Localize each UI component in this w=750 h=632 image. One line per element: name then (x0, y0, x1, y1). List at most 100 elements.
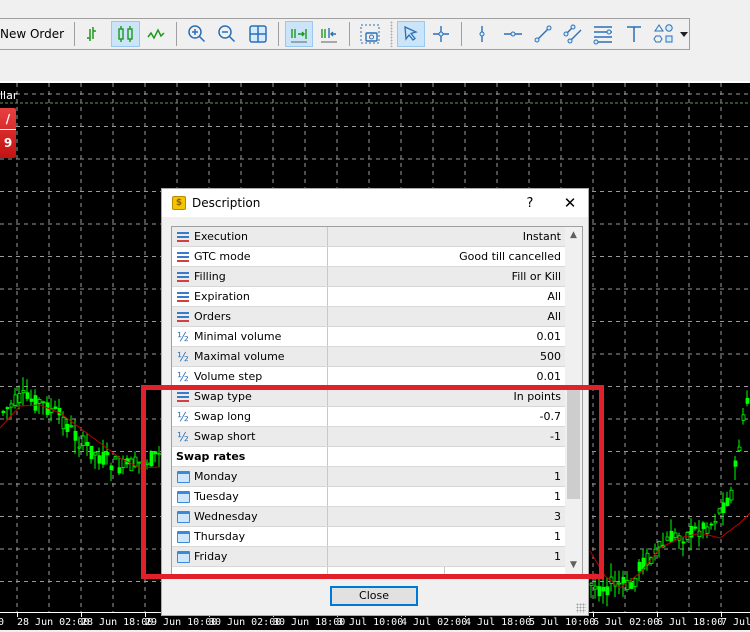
section-header-row[interactable]: Swap rates (172, 447, 565, 467)
spec-name-text: Swap long (194, 410, 251, 423)
enum-icon (176, 230, 190, 244)
time-axis-label: 29 Jun 10:00 (145, 617, 218, 628)
time-axis-label: 4 Jul 02:00 (401, 617, 468, 628)
dialog-title: Description (192, 196, 261, 210)
trendline-button[interactable] (529, 21, 557, 47)
enum-icon (176, 390, 190, 404)
cursor-button[interactable] (396, 21, 425, 47)
numeric-icon: ½ (177, 429, 189, 444)
candle-body (593, 585, 598, 590)
spec-row[interactable]: ½ Volume step 0.01 (172, 367, 565, 387)
screenshot-button[interactable] (356, 21, 384, 47)
one-click-sell-button[interactable]: / 9 (0, 108, 16, 158)
time-axis-label: 4 Jul 18:00 (465, 617, 532, 628)
help-button[interactable]: ? (518, 196, 542, 211)
spec-row[interactable]: Tuesday 1 (172, 487, 565, 507)
specification-rows: Execution Instant GTC mode Good till cancel… (172, 227, 565, 574)
spec-row[interactable]: ½ Minimal volume 0.01 (172, 327, 565, 347)
spec-row[interactable]: Wednesday 3 (172, 507, 565, 527)
candle-body (149, 450, 154, 467)
chart-shift-icon (321, 28, 338, 43)
candle-body (597, 586, 602, 597)
time-axis-label: 7 Jul 10:00 (721, 617, 750, 628)
candle-body (105, 452, 110, 456)
close-icon[interactable]: ✕ (558, 194, 582, 212)
spec-row[interactable]: ½ Maximal volume 500 (172, 347, 565, 367)
horizontal-line-icon (503, 31, 522, 37)
fibonacci-button[interactable] (589, 21, 617, 47)
candle-body (13, 394, 18, 406)
equidistant-channel-button[interactable] (559, 21, 587, 47)
auto-scroll-button[interactable] (284, 21, 314, 47)
spec-row[interactable]: Orders All (172, 307, 565, 327)
dialog-titlebar[interactable]: $ Description ? ✕ (162, 189, 588, 217)
candle-body (693, 526, 698, 529)
candle-body (673, 532, 678, 539)
vertical-scrollbar[interactable]: ▲ ▼ (565, 227, 582, 574)
candle-body (101, 451, 106, 465)
spec-row-empty (172, 567, 565, 574)
candle-body (633, 577, 638, 587)
spec-row[interactable]: Monday 1 (172, 467, 565, 487)
spec-name: Execution (172, 227, 328, 246)
text-button[interactable] (620, 21, 648, 47)
crosshair-button[interactable] (427, 21, 455, 47)
candle-body (665, 536, 670, 541)
candle-body (85, 441, 90, 446)
spec-name-text: Maximal volume (194, 350, 285, 363)
resize-grip[interactable] (576, 603, 586, 613)
toolbar-separator (277, 22, 279, 46)
shapes-button[interactable] (650, 21, 678, 47)
spec-row[interactable]: Thursday 1 (172, 527, 565, 547)
time-axis-tick (145, 613, 146, 617)
spec-name: Friday (172, 547, 328, 566)
zoom-in-button[interactable] (183, 21, 211, 47)
line-chart-icon (147, 28, 165, 40)
spec-name: Expiration (172, 287, 328, 306)
shapes-dropdown[interactable] (679, 21, 689, 47)
close-button[interactable]: Close (330, 586, 418, 606)
calendar-icon (176, 530, 190, 544)
spec-name-text: Expiration (194, 290, 250, 303)
tile-windows-button[interactable] (244, 21, 272, 47)
calendar-icon (176, 490, 190, 504)
horizontal-line-button[interactable] (498, 21, 526, 47)
scroll-up-button[interactable]: ▲ (565, 227, 582, 244)
spec-value: -0.7 (539, 410, 561, 423)
spec-row[interactable]: GTC mode Good till cancelled (172, 247, 565, 267)
candlestick-chart-button[interactable] (111, 21, 140, 47)
candle-body (53, 406, 58, 409)
chart-shift-button[interactable] (315, 21, 343, 47)
zoom-out-button[interactable] (213, 21, 241, 47)
bar-chart-button[interactable] (81, 21, 109, 47)
spec-row[interactable]: Expiration All (172, 287, 565, 307)
spec-row[interactable]: Swap type In points (172, 387, 565, 407)
time-axis-tick (593, 613, 594, 617)
vertical-line-button[interactable] (468, 21, 496, 47)
spec-row[interactable]: ½ Swap short -1 (172, 427, 565, 447)
candle-body (21, 390, 26, 394)
scroll-down-button[interactable]: ▼ (565, 557, 582, 574)
enum-icon (176, 290, 190, 304)
spec-value: All (547, 290, 561, 303)
toolbar-grip[interactable] (389, 21, 393, 47)
spec-name: Thursday (172, 527, 328, 546)
text-icon (626, 26, 641, 42)
line-chart-button[interactable] (142, 21, 170, 47)
spec-row[interactable]: Friday 1 (172, 547, 565, 567)
enum-icon (176, 250, 190, 264)
spec-name: Swap rates (172, 447, 328, 466)
candle-body (109, 465, 114, 471)
calendar-icon (176, 550, 190, 564)
time-axis-label: 5 Jul 10:00 (529, 617, 596, 628)
spec-value: 0.01 (536, 370, 562, 383)
fibonacci-icon (593, 26, 613, 45)
scroll-thumb[interactable] (567, 387, 580, 499)
spec-row[interactable]: ½ Swap long -0.7 (172, 407, 565, 427)
spec-name-text: Volume step (194, 370, 263, 383)
candle-body (65, 423, 70, 432)
new-order-button[interactable]: New Order (0, 27, 64, 41)
spec-row[interactable]: Filling Fill or Kill (172, 267, 565, 287)
zoom-in-icon (188, 25, 206, 43)
spec-row[interactable]: Execution Instant (172, 227, 565, 247)
